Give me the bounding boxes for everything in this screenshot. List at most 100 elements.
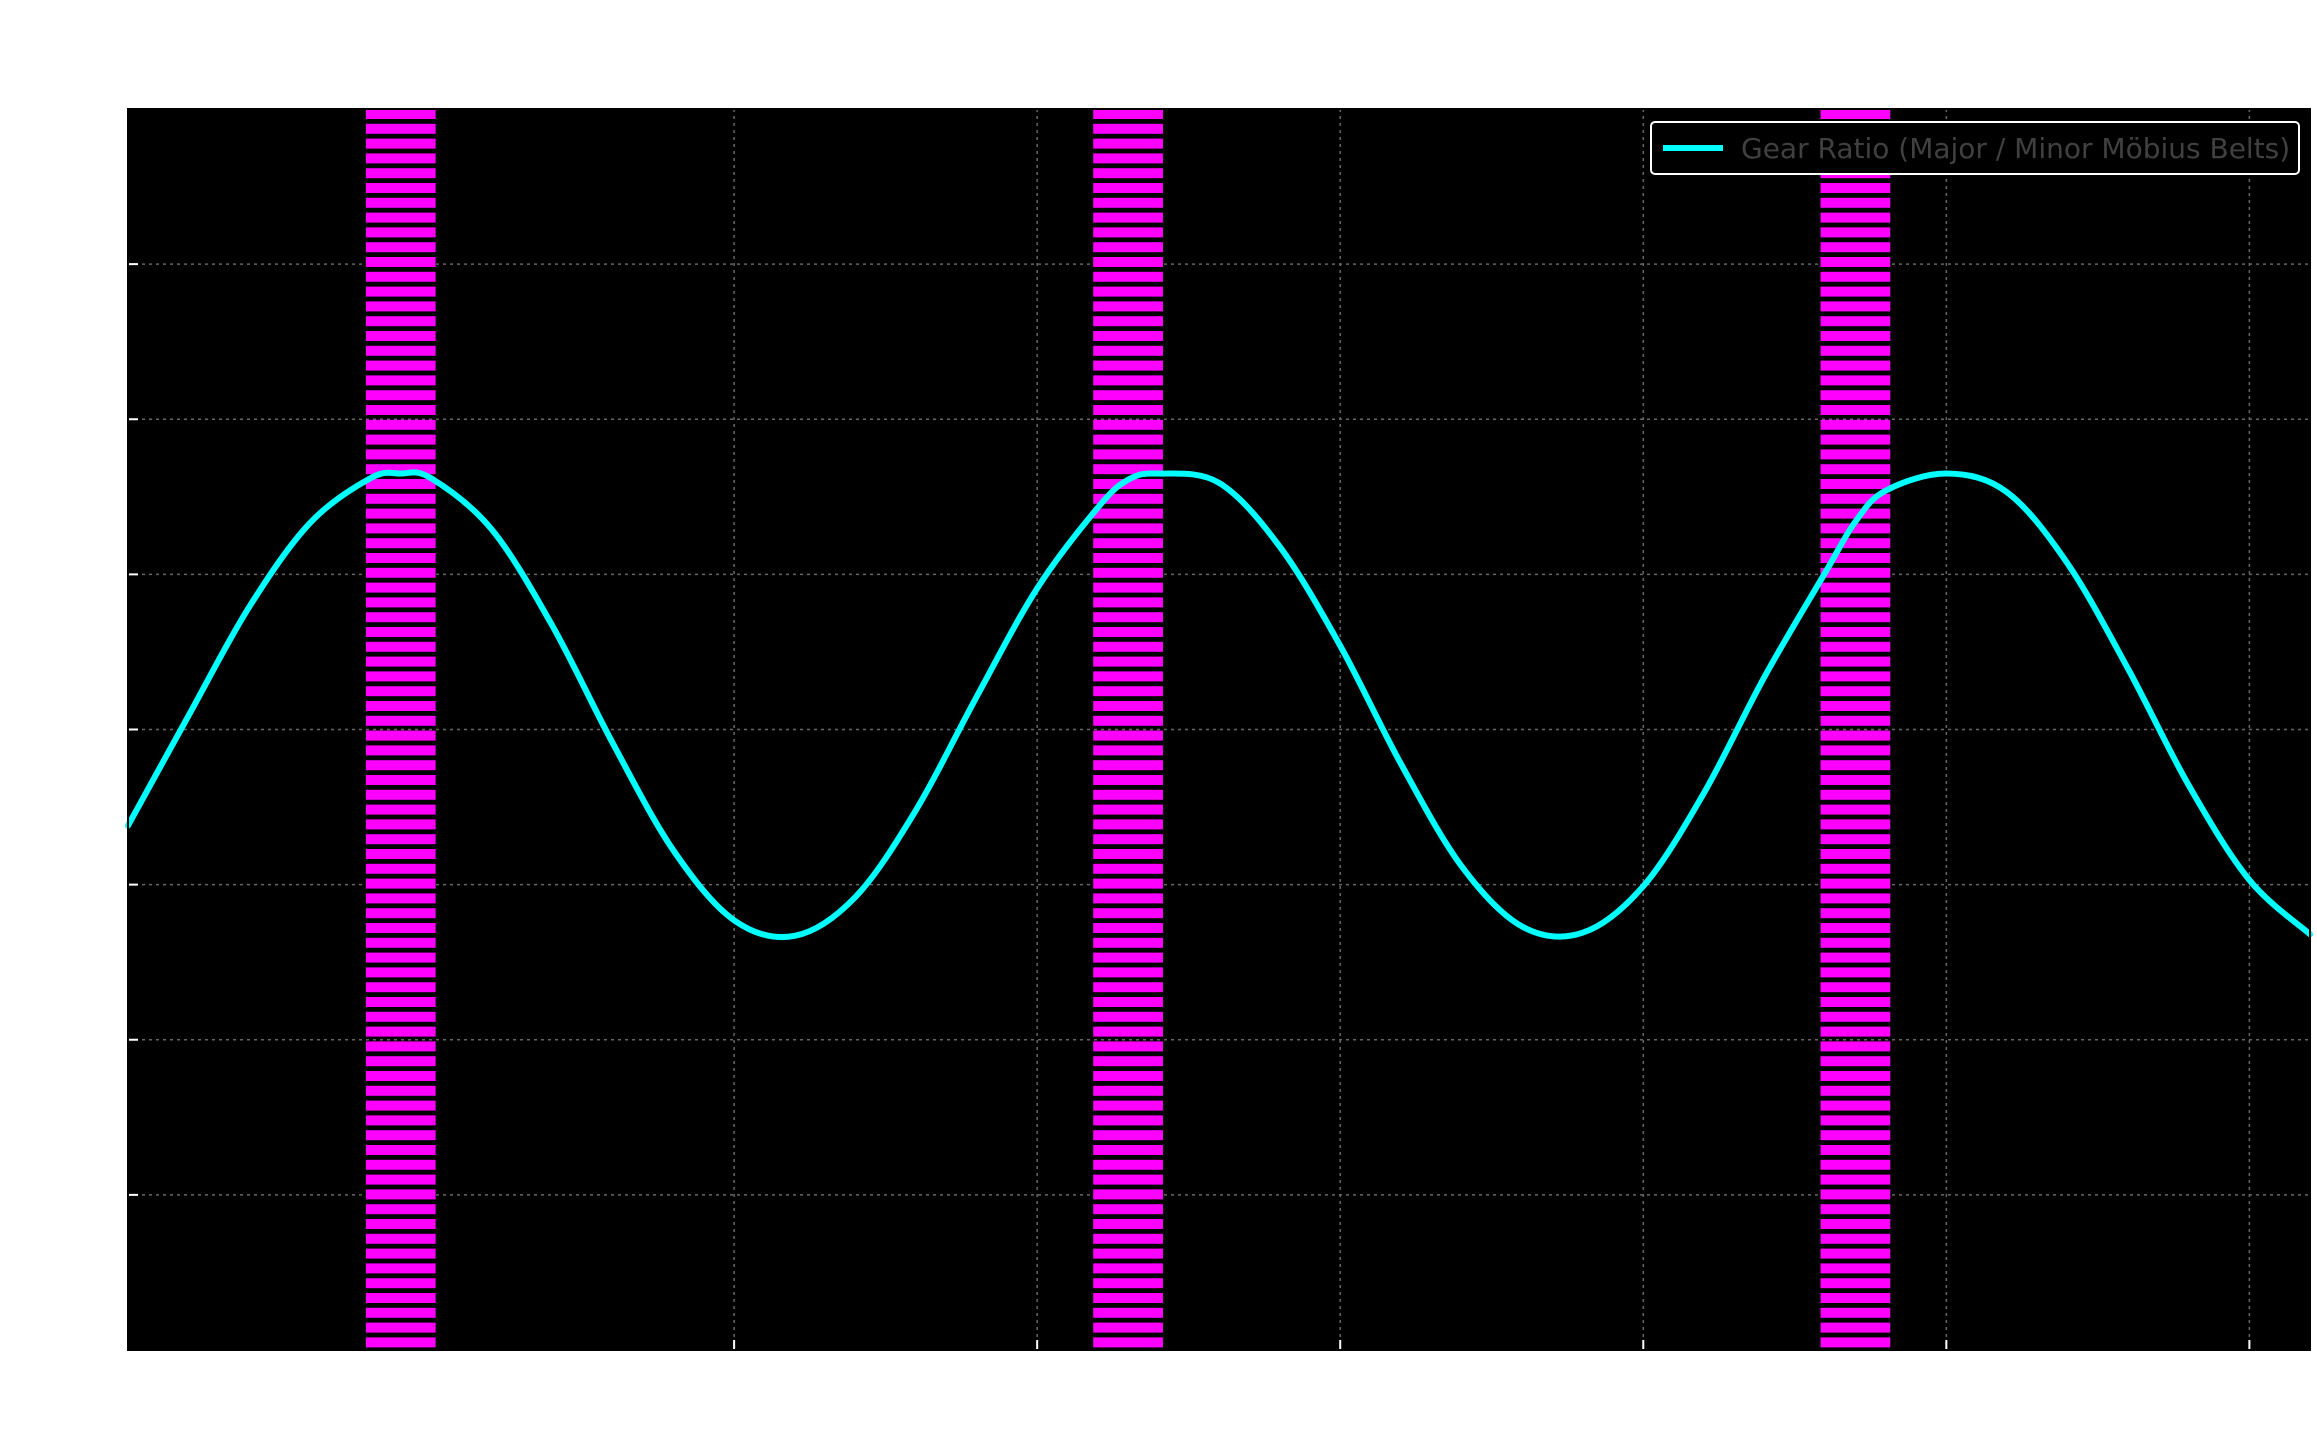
band-stripe	[365, 582, 436, 593]
band-stripe	[365, 538, 436, 549]
legend: Gear Ratio (Major / Minor Möbius Belts)	[1650, 121, 2300, 175]
band-stripe	[1093, 1307, 1163, 1318]
band-stripe	[1093, 1159, 1163, 1170]
band-stripe	[365, 271, 436, 282]
band-stripe	[1820, 1293, 1891, 1303]
band-stripe	[1093, 434, 1163, 445]
band-stripe	[365, 1204, 436, 1215]
band-stripe	[365, 804, 436, 815]
band-stripe	[365, 345, 436, 356]
chart: Gear Ratio (Major / Minor Möbius Belts)	[0, 0, 2317, 1448]
band-stripe	[1820, 1130, 1891, 1141]
band-stripe	[1820, 715, 1891, 726]
band-stripe	[365, 597, 436, 608]
band-stripe	[1820, 937, 1891, 948]
band-stripe	[1093, 523, 1163, 534]
band-stripe	[1820, 538, 1891, 549]
band-stripe	[1820, 1189, 1891, 1200]
band-stripe	[1820, 1337, 1891, 1348]
band-stripe	[1820, 360, 1891, 371]
band-stripe	[1820, 582, 1891, 593]
band-stripe	[1820, 1041, 1891, 1052]
band-stripe	[1093, 730, 1163, 741]
band-stripe	[365, 923, 436, 933]
band-stripe	[1820, 1204, 1891, 1215]
band-stripe	[1820, 567, 1891, 578]
band-stripe	[1820, 775, 1891, 785]
band-stripe	[365, 257, 436, 267]
band-stripe	[365, 434, 436, 445]
band-stripe	[365, 819, 436, 830]
band-stripe	[1820, 789, 1891, 800]
band-stripe	[1820, 345, 1891, 356]
band-stripe	[1093, 1071, 1163, 1081]
band-stripe	[365, 1026, 436, 1037]
band-stripe	[1820, 1278, 1891, 1289]
band-stripe	[1093, 863, 1163, 874]
band-stripe	[1820, 1307, 1891, 1318]
band-stripe	[1820, 479, 1891, 489]
band-stripe	[365, 760, 436, 771]
band-stripe	[1820, 1219, 1891, 1229]
band-stripe	[1093, 641, 1163, 652]
band-stripe	[1820, 1174, 1891, 1185]
band-stripe	[1820, 701, 1891, 711]
band-stripe	[1820, 1322, 1891, 1333]
band-stripe	[365, 449, 436, 460]
band-stripe	[1093, 715, 1163, 726]
band-stripe	[365, 1278, 436, 1289]
band-stripe	[1820, 390, 1891, 401]
band-stripe	[1093, 671, 1163, 682]
band-stripe	[365, 1263, 436, 1274]
band-stripe	[1820, 1100, 1891, 1111]
band-stripe	[365, 1115, 436, 1126]
band-stripe	[365, 138, 436, 149]
band-stripe	[365, 893, 436, 904]
band-stripe	[1820, 271, 1891, 282]
band-stripe	[1820, 597, 1891, 608]
band-stripe	[1093, 627, 1163, 637]
band-stripe	[1093, 1085, 1163, 1096]
band-stripe	[1820, 834, 1891, 845]
band-stripe	[1820, 952, 1891, 963]
band-stripe	[365, 479, 436, 489]
band-stripe	[1820, 1056, 1891, 1067]
band-stripe	[1820, 997, 1891, 1007]
band-stripe	[1093, 227, 1163, 238]
band-stripe	[1093, 405, 1163, 415]
band-stripe	[365, 1233, 436, 1244]
band-stripe	[1820, 197, 1891, 208]
band-stripe	[365, 360, 436, 371]
band-stripe	[1820, 316, 1891, 327]
band-stripe	[1093, 1263, 1163, 1274]
band-stripe	[1093, 967, 1163, 978]
band-stripe	[1820, 1263, 1891, 1274]
band-stripe	[1820, 449, 1891, 460]
band-stripe	[1093, 937, 1163, 948]
band-stripe	[1820, 760, 1891, 771]
band-stripe	[365, 952, 436, 963]
band-stripe	[365, 1056, 436, 1067]
band-stripe	[1820, 908, 1891, 919]
band-stripe	[365, 834, 436, 845]
band-stripe	[1820, 686, 1891, 697]
band-stripe	[1093, 1293, 1163, 1303]
band-stripe	[365, 627, 436, 637]
band-stripe	[1820, 1011, 1891, 1022]
band-stripe	[1820, 923, 1891, 933]
band-stripe	[1093, 212, 1163, 223]
band-stripe	[365, 997, 436, 1007]
band-stripe	[1820, 257, 1891, 267]
band-stripe	[365, 493, 436, 504]
band-stripe	[1093, 331, 1163, 341]
band-stripe	[365, 686, 436, 697]
band-stripe	[1820, 183, 1891, 193]
band-stripe	[1093, 316, 1163, 327]
band-stripe	[1093, 257, 1163, 267]
band-stripe	[1820, 1145, 1891, 1155]
band-stripe	[1093, 1056, 1163, 1067]
band-stripe	[365, 242, 436, 253]
band-stripe	[365, 123, 436, 134]
band-stripe	[365, 1174, 436, 1185]
band-stripe	[365, 227, 436, 238]
